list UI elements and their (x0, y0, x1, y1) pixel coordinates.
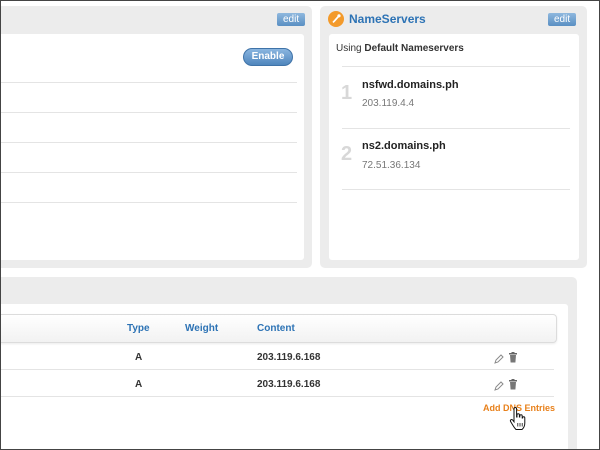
screenshot-frame: edit Enable NameServers edit Using Defau… (0, 0, 600, 450)
left-panel-edit-button[interactable]: edit (277, 13, 306, 26)
nameserver-mode-text: Using Default Nameservers (336, 43, 464, 54)
left-settings-panel: edit Enable (1, 6, 312, 268)
column-header-weight[interactable]: Weight (185, 323, 218, 334)
row-divider (1, 172, 297, 173)
using-value: Default Nameservers (364, 43, 464, 54)
row-divider (342, 66, 570, 67)
record-content: 203.119.6.168 (257, 352, 321, 363)
hand-pointer-icon (509, 406, 527, 436)
record-content: 203.119.6.168 (257, 379, 321, 390)
record-type: A (135, 379, 143, 390)
wrench-icon (328, 11, 344, 27)
nameserver-ip: 72.51.36.134 (362, 160, 421, 171)
nameserver-host: nsfwd.domains.ph (362, 79, 459, 91)
using-prefix: Using (336, 43, 362, 54)
record-type: A (135, 352, 143, 363)
row-divider (1, 82, 297, 83)
trash-icon[interactable] (508, 350, 518, 368)
nameserver-index: 2 (341, 143, 353, 165)
row-divider (1, 142, 297, 143)
left-panel-body: Enable (1, 34, 304, 260)
nameserver-ip: 203.119.4.4 (362, 98, 415, 109)
row-divider (1, 112, 297, 113)
nameserver-host: ns2.domains.ph (362, 140, 446, 152)
nameserver-index: 1 (341, 82, 353, 104)
column-header-content[interactable]: Content (257, 323, 295, 334)
column-header-type[interactable]: Type (127, 323, 150, 334)
pencil-icon[interactable] (494, 378, 504, 396)
pencil-icon[interactable] (494, 351, 504, 369)
row-divider (1, 202, 297, 203)
row-divider (342, 189, 570, 190)
nameservers-title: NameServers (349, 12, 426, 26)
enable-button[interactable]: Enable (243, 48, 293, 66)
row-divider (342, 128, 570, 129)
row-divider (1, 396, 554, 397)
nameservers-edit-button[interactable]: edit (548, 13, 577, 26)
row-divider (1, 369, 554, 370)
trash-icon[interactable] (508, 377, 518, 395)
